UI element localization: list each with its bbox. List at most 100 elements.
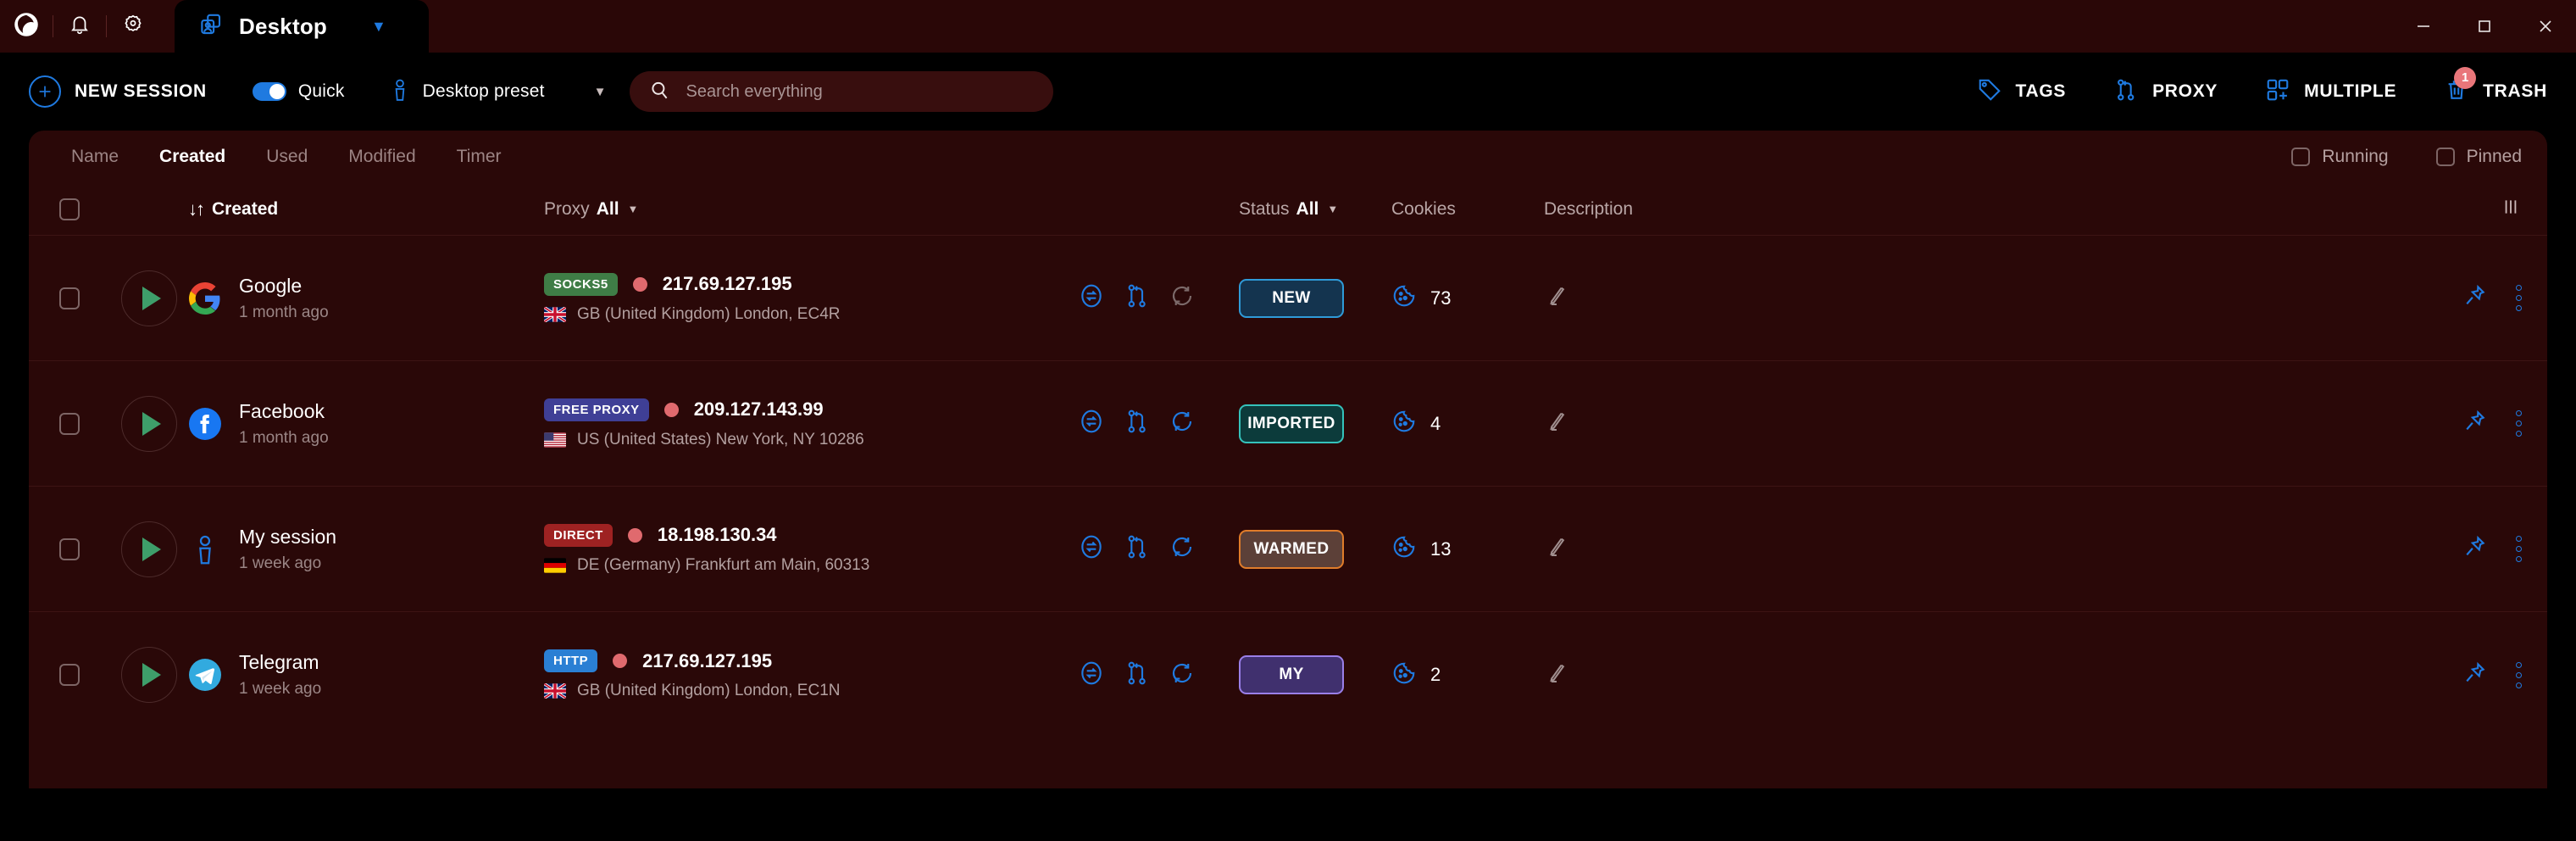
row-select-cell[interactable] [29, 664, 110, 686]
refresh-icon[interactable] [1169, 534, 1195, 564]
status-badge[interactable]: WARMED [1239, 529, 1344, 569]
sort-tab-created[interactable]: Created [139, 147, 246, 167]
cookie-icon[interactable] [1391, 283, 1417, 313]
status-badge[interactable]: NEW [1239, 278, 1344, 318]
tags-button[interactable]: TAGS [1977, 77, 2067, 107]
row-description-cell[interactable] [1544, 534, 2018, 564]
header-cookies[interactable]: Cookies [1391, 199, 1544, 220]
maximize-button[interactable] [2454, 0, 2515, 53]
pencil-icon[interactable] [1544, 664, 1569, 689]
play-button[interactable] [121, 647, 177, 703]
status-badge[interactable]: MY [1239, 655, 1344, 694]
row-select-cell[interactable] [29, 537, 110, 560]
row-checkbox[interactable] [59, 537, 80, 560]
pencil-icon[interactable] [1544, 287, 1569, 312]
header-proxy[interactable]: Proxy All ▼ [544, 199, 1078, 220]
proxy-button[interactable]: PROXY [2113, 77, 2218, 107]
select-all-cell[interactable] [29, 198, 110, 220]
more-vertical-icon[interactable] [2516, 410, 2522, 437]
cookie-icon[interactable] [1391, 660, 1417, 690]
row-checkbox[interactable] [59, 664, 80, 686]
proxy-geo-text: US (United States) New York, NY 10286 [577, 430, 864, 448]
chevron-down-icon[interactable]: ▼ [628, 203, 639, 215]
more-vertical-icon[interactable] [2516, 661, 2522, 688]
row-launch-cell[interactable] [110, 395, 188, 452]
more-vertical-icon[interactable] [2516, 536, 2522, 562]
pencil-icon[interactable] [1544, 537, 1569, 563]
play-button[interactable] [121, 270, 177, 326]
branch-icon[interactable] [1124, 408, 1151, 439]
pinned-checkbox[interactable] [2435, 148, 2455, 166]
preset-selector[interactable]: Desktop preset ▼ [389, 77, 607, 107]
sort-tab-modified[interactable]: Modified [328, 147, 436, 167]
row-checkbox[interactable] [59, 287, 80, 309]
proxy-geo-text: DE (Germany) Frankfurt am Main, 60313 [577, 555, 870, 574]
tab-desktop[interactable]: Desktop ▼ [175, 0, 429, 53]
trash-button[interactable]: 1 TRASH [2444, 66, 2547, 107]
table-row[interactable]: My session 1 week ago DIRECT 18.198.130.… [29, 487, 2547, 612]
search-input[interactable]: Search everything [686, 82, 822, 102]
header-created[interactable]: ↓↑ Created [188, 198, 544, 220]
row-description-cell[interactable] [1544, 409, 2018, 438]
header-columns-settings[interactable] [2018, 196, 2522, 222]
transfer-icon[interactable] [1078, 408, 1105, 439]
transfer-icon[interactable] [1078, 533, 1105, 565]
row-end-actions [2018, 283, 2522, 313]
more-vertical-icon[interactable] [2516, 285, 2522, 311]
chevron-down-icon[interactable]: ▼ [371, 18, 386, 36]
row-launch-cell[interactable] [110, 647, 188, 703]
row-launch-cell[interactable] [110, 521, 188, 577]
transfer-icon[interactable] [1078, 660, 1105, 691]
header-description[interactable]: Description [1544, 199, 2018, 220]
settings-button[interactable] [107, 0, 159, 53]
row-launch-cell[interactable] [110, 270, 188, 326]
filter-pinned[interactable]: Pinned [2435, 147, 2522, 167]
search-bar[interactable]: Search everything [630, 71, 1054, 112]
app-logo-button[interactable] [0, 0, 53, 53]
branch-icon[interactable] [1124, 533, 1151, 565]
sort-arrows-icon[interactable]: ↓↑ [188, 198, 205, 220]
row-description-cell[interactable] [1544, 660, 2018, 690]
table-row[interactable]: Facebook 1 month ago FREE PROXY 209.127.… [29, 361, 2547, 487]
notifications-button[interactable] [53, 0, 106, 53]
toggle-switch-icon [252, 82, 286, 101]
pin-icon[interactable] [2462, 660, 2487, 690]
refresh-icon[interactable] [1169, 660, 1195, 690]
pin-icon[interactable] [2462, 409, 2487, 438]
chevron-down-icon[interactable]: ▼ [594, 85, 607, 99]
branch-icon[interactable] [1124, 282, 1151, 314]
branch-icon[interactable] [1124, 660, 1151, 691]
chevron-down-icon[interactable]: ▼ [1327, 203, 1338, 215]
filter-running[interactable]: Running [2291, 147, 2389, 167]
pin-icon[interactable] [2462, 534, 2487, 564]
row-select-cell[interactable] [29, 412, 110, 435]
minimize-button[interactable] [2393, 0, 2454, 53]
close-button[interactable] [2515, 0, 2576, 53]
sort-tab-timer[interactable]: Timer [436, 147, 522, 167]
new-session-button[interactable]: NEW SESSION [29, 75, 207, 108]
row-checkbox[interactable] [59, 412, 80, 435]
pencil-icon[interactable] [1544, 412, 1569, 437]
transfer-icon[interactable] [1078, 282, 1105, 314]
header-status[interactable]: Status All ▼ [1239, 199, 1391, 220]
status-badge[interactable]: IMPORTED [1239, 404, 1344, 443]
columns-settings-icon[interactable] [2500, 196, 2522, 222]
table-row[interactable]: Telegram 1 week ago HTTP 217.69.127.195 … [29, 612, 2547, 738]
cookie-icon[interactable] [1391, 534, 1417, 564]
row-select-cell[interactable] [29, 287, 110, 309]
pin-icon[interactable] [2462, 283, 2487, 313]
sort-tab-name[interactable]: Name [51, 147, 139, 167]
play-button[interactable] [121, 521, 177, 577]
row-name-cell: Telegram 1 week ago [188, 651, 544, 699]
refresh-icon[interactable] [1169, 283, 1195, 313]
table-row[interactable]: Google 1 month ago SOCKS5 217.69.127.195… [29, 236, 2547, 361]
sort-tab-used[interactable]: Used [246, 147, 328, 167]
multiple-button[interactable]: MULTIPLE [2265, 77, 2396, 107]
refresh-icon[interactable] [1169, 409, 1195, 438]
play-button[interactable] [121, 395, 177, 452]
quick-toggle[interactable]: Quick [252, 81, 345, 102]
cookie-icon[interactable] [1391, 409, 1417, 438]
select-all-checkbox[interactable] [59, 198, 80, 220]
running-checkbox[interactable] [2291, 148, 2311, 166]
row-description-cell[interactable] [1544, 283, 2018, 313]
